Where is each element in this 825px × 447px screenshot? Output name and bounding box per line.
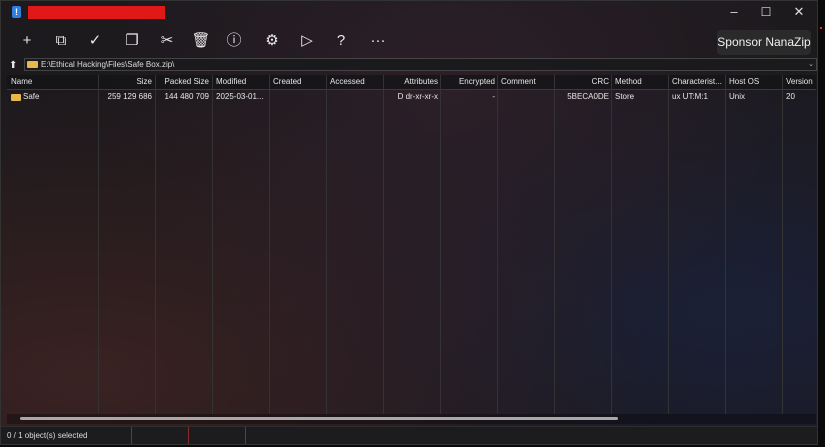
add-icon: + [22, 32, 32, 49]
test-icon: ✓ [88, 32, 102, 49]
column-header-created[interactable]: Created [273, 75, 327, 89]
cell-size: 259 129 686 [107, 92, 153, 101]
column-divider[interactable] [668, 75, 669, 414]
column-divider[interactable] [212, 75, 213, 414]
red-mark [820, 27, 822, 29]
column-header-packed-size[interactable]: Packed Size [156, 75, 209, 89]
cell-characteristics: ux UT:M:1 [672, 92, 709, 101]
folder-icon [27, 61, 38, 68]
status-divider [131, 427, 132, 444]
close-button[interactable]: ✕ [782, 1, 816, 25]
column-divider[interactable] [326, 75, 327, 414]
copy-button[interactable]: ❐ [117, 27, 147, 55]
column-divider[interactable] [611, 75, 612, 414]
table-row[interactable]: Safe 259 129 686 144 480 709 2025-03-01.… [7, 90, 816, 104]
column-divider[interactable] [554, 75, 555, 414]
folder-icon [11, 94, 21, 101]
delete-icon: 🗑 [191, 32, 211, 49]
redacted-title [28, 6, 165, 19]
status-divider [188, 427, 189, 444]
column-header-attributes[interactable]: Attributes [384, 75, 438, 89]
column-header-characteristics[interactable]: Characterist... [672, 75, 726, 89]
play-icon: ▷ [301, 32, 313, 49]
column-header-method[interactable]: Method [615, 75, 669, 89]
column-header-accessed[interactable]: Accessed [330, 75, 384, 89]
chevron-down-icon[interactable]: ⌄ [808, 59, 814, 70]
column-divider[interactable] [440, 75, 441, 414]
cell-name: Safe [23, 92, 40, 101]
status-selection-text: 0 / 1 object(s) selected [7, 431, 88, 440]
column-header-size[interactable]: Size [99, 75, 152, 89]
help-button[interactable]: ? [326, 27, 356, 55]
more-button[interactable]: ··· [363, 27, 393, 55]
column-divider[interactable] [269, 75, 270, 414]
delete-button[interactable]: 🗑 [186, 27, 216, 55]
test-button[interactable]: ✓ [80, 27, 110, 55]
address-bar[interactable]: E:\Ethical Hacking\Files\Safe Box.zip\ ⌄ [24, 58, 817, 71]
column-divider[interactable] [383, 75, 384, 414]
column-divider[interactable] [98, 75, 99, 414]
move-button[interactable]: ✂ [152, 27, 182, 55]
app-icon: ! [12, 6, 21, 18]
horizontal-scrollbar[interactable] [7, 414, 816, 424]
column-header-crc[interactable]: CRC [555, 75, 609, 89]
settings-button[interactable]: ⚙ [257, 27, 287, 55]
extract-icon: ⧉ [55, 32, 67, 49]
toolbar: + ⧉ ✓ ❐ ✂ 🗑 ⓘ ⚙ ▷ ? ··· Sponsor NanaZip [1, 25, 817, 57]
copy-icon: ❐ [125, 32, 139, 49]
cell-packed-size: 144 480 709 [164, 92, 210, 101]
column-header-host-os[interactable]: Host OS [729, 75, 783, 89]
column-header-modified[interactable]: Modified [216, 75, 270, 89]
more-icon: ··· [370, 32, 386, 49]
cell-crc: 5BECA0DE [567, 92, 609, 101]
cell-host-os: Unix [729, 92, 746, 101]
cell-encrypted: - [492, 92, 495, 101]
cell-version: 20 [786, 92, 795, 101]
status-bar: 0 / 1 object(s) selected [1, 426, 817, 444]
add-button[interactable]: + [12, 27, 42, 55]
up-folder-icon[interactable]: ⬆ [9, 60, 20, 71]
settings-icon: ⚙ [265, 32, 279, 49]
column-divider[interactable] [782, 75, 783, 414]
sponsor-button[interactable]: Sponsor NanaZip [717, 30, 811, 55]
move-icon: ✂ [160, 32, 174, 49]
cell-modified: 2025-03-01... [216, 92, 264, 101]
column-header-encrypted[interactable]: Encrypted [441, 75, 495, 89]
column-header-version[interactable]: Version [786, 75, 816, 89]
help-icon: ? [336, 32, 346, 49]
play-button[interactable]: ▷ [292, 27, 322, 55]
maximize-button[interactable]: ☐ [749, 1, 783, 25]
cell-attributes: D dr-xr-xr-x [397, 92, 438, 101]
scrollbar-thumb[interactable] [20, 417, 618, 420]
column-divider[interactable] [155, 75, 156, 414]
info-button[interactable]: ⓘ [219, 27, 249, 55]
cell-method: Store [615, 92, 635, 101]
info-icon: ⓘ [226, 32, 242, 49]
column-header-row: Name Size Packed Size Modified Created A… [7, 75, 816, 90]
nanazip-window: ! – ☐ ✕ + ⧉ ✓ ❐ ✂ 🗑 ⓘ ⚙ ▷ ? ··· Sponsor … [0, 0, 818, 445]
status-divider [245, 427, 246, 444]
column-divider[interactable] [497, 75, 498, 414]
column-divider[interactable] [725, 75, 726, 414]
address-path: E:\Ethical Hacking\Files\Safe Box.zip\ [41, 60, 175, 69]
extract-button[interactable]: ⧉ [46, 27, 76, 55]
column-header-name[interactable]: Name [11, 75, 97, 89]
minimize-button[interactable]: – [717, 1, 751, 25]
title-bar: ! – ☐ ✕ [1, 1, 817, 25]
file-list: Name Size Packed Size Modified Created A… [7, 75, 816, 414]
column-header-comment[interactable]: Comment [501, 75, 555, 89]
